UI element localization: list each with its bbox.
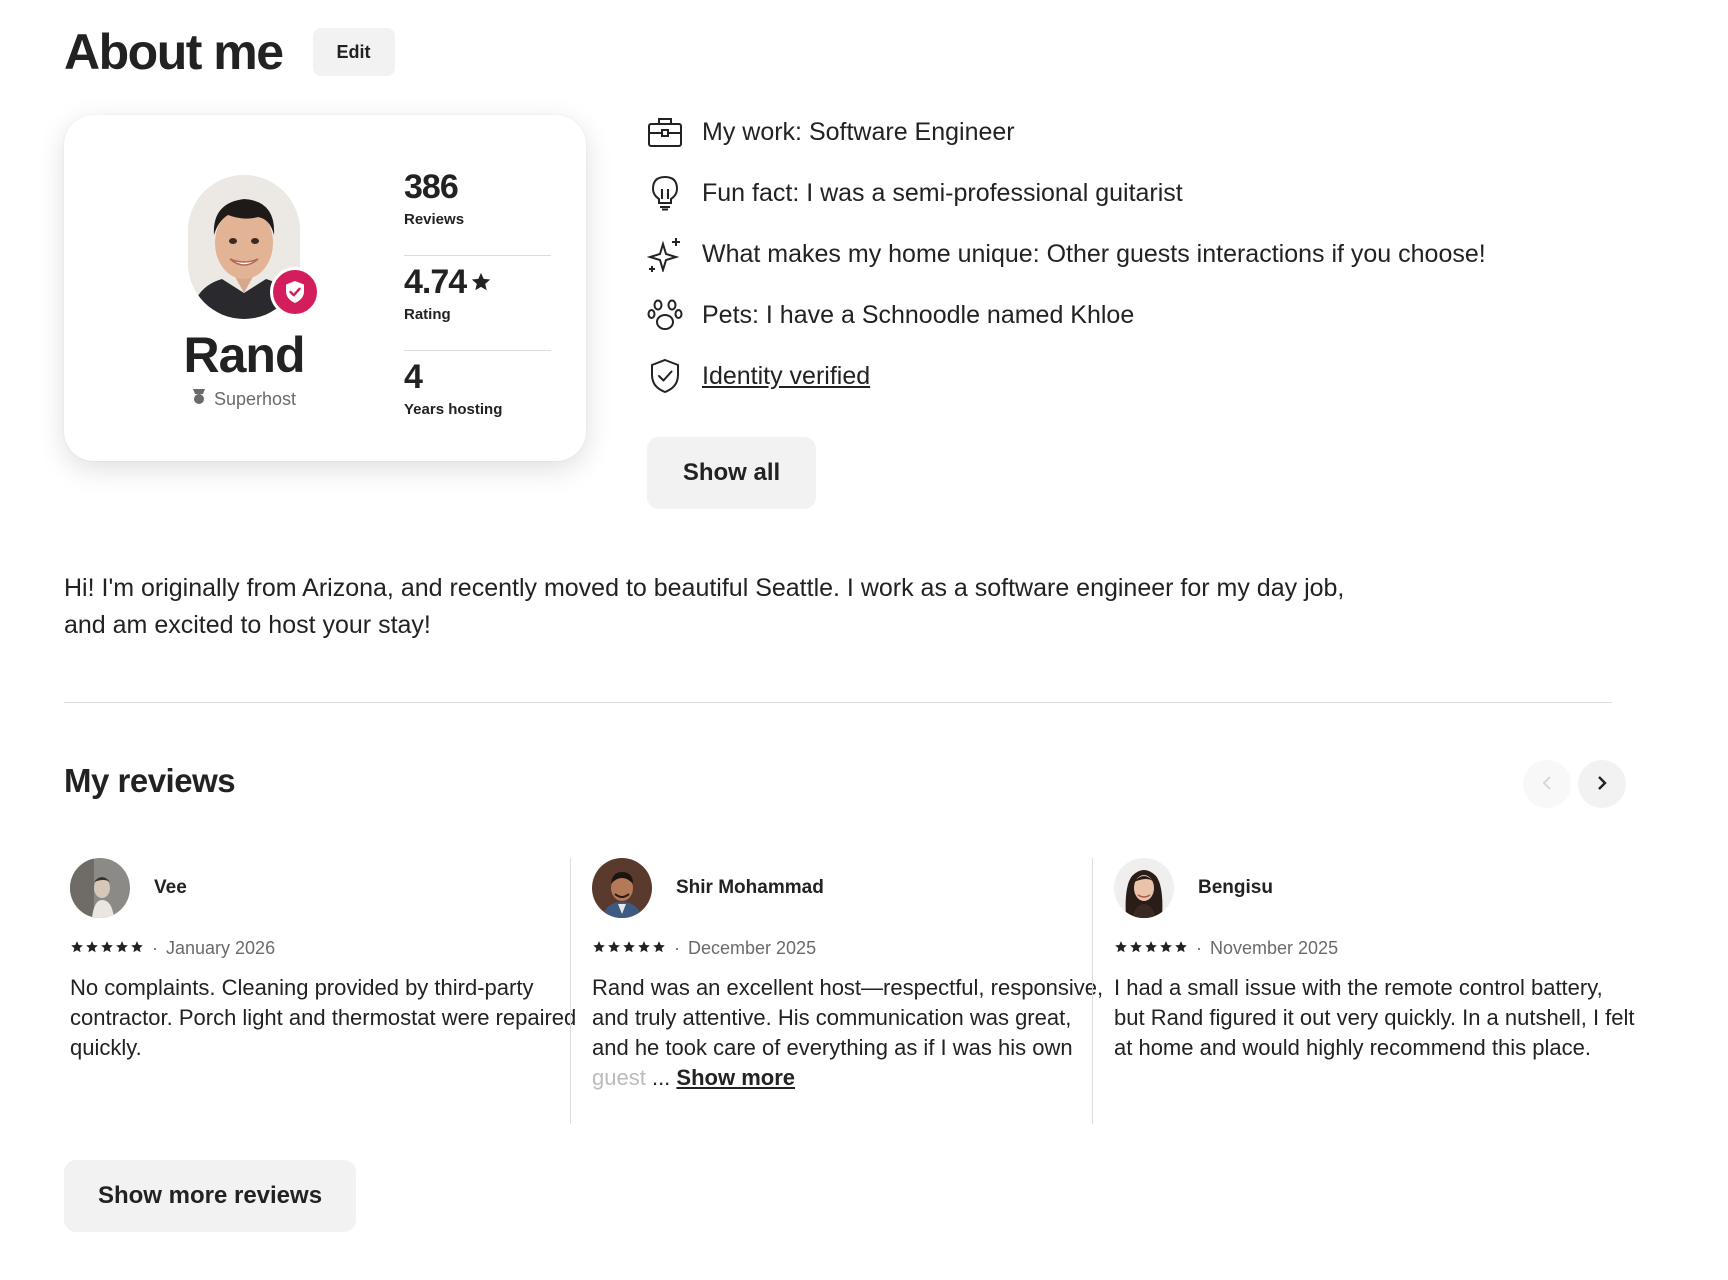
star-icon [1174, 938, 1188, 959]
review-text-fade: guest [592, 1065, 646, 1090]
stat-value: 4 [404, 358, 423, 396]
shield-check-icon [646, 357, 684, 395]
reviews-next-button[interactable] [1578, 760, 1626, 808]
meta-separator: · [1196, 938, 1202, 958]
profile-card: Rand Superhost 386 Reviews 4.74 Rating 4… [64, 115, 586, 461]
star-icon [637, 938, 651, 959]
reviewer: Bengisu [1114, 858, 1636, 918]
reviewer-name: Shir Mohammad [676, 877, 824, 898]
stat-label: Reviews [404, 211, 465, 228]
review-text: Rand was an excellent host—respectful, r… [592, 975, 1104, 1090]
identity-verified-link[interactable]: Identity verified [702, 362, 870, 391]
review-card: Vee · January 2026 No complaints. Cleani… [70, 858, 592, 1124]
review-date: December 2025 [688, 938, 817, 958]
star-icon [1144, 938, 1158, 959]
star-icon [607, 938, 621, 959]
review-card: Shir Mohammad · December 2025 Rand was a… [570, 858, 1114, 1124]
reviewer-avatar [1114, 858, 1174, 918]
fact-text: Pets: I have a Schnoodle named Khloe [702, 300, 1135, 329]
star-icon [1114, 938, 1128, 959]
stat-label: Rating [404, 306, 451, 323]
stat-value: 4.74 [404, 262, 551, 302]
meta-separator: · [152, 938, 158, 958]
star-icon [652, 938, 666, 959]
host-status-label: Superhost [213, 389, 297, 409]
star-icon [85, 938, 99, 959]
page-title: About me [64, 24, 284, 80]
reviewer: Shir Mohammad [592, 858, 1114, 918]
facts-list: My work: Software Engineer Fun fact: I w… [646, 112, 1486, 417]
fact-fun: Fun fact: I was a semi-professional guit… [646, 173, 1486, 213]
review-meta: · December 2025 [592, 938, 1114, 959]
star-icon [592, 938, 606, 959]
star-icon [70, 938, 84, 959]
show-all-button[interactable]: Show all [647, 437, 816, 509]
reviewer-avatar [592, 858, 652, 918]
briefcase-icon [646, 113, 684, 151]
rating-stars-icon [70, 938, 144, 959]
fact-identity: Identity verified [646, 356, 1486, 396]
fact-work: My work: Software Engineer [646, 112, 1486, 152]
paw-icon [646, 296, 684, 334]
edit-button[interactable]: Edit [312, 28, 395, 76]
review-text: I had a small issue with the remote cont… [1114, 975, 1635, 1060]
reviewer: Vee [70, 858, 592, 918]
reviewer-name: Vee [154, 877, 187, 898]
show-more-link[interactable]: Show more [676, 1065, 795, 1090]
reviews-title: My reviews [64, 762, 236, 799]
host-bio: Hi! I'm originally from Arizona, and rec… [64, 574, 1345, 639]
reviews-prev-button[interactable] [1523, 760, 1571, 808]
star-icon [115, 938, 129, 959]
star-icon [622, 938, 636, 959]
verified-badge-icon [270, 267, 320, 317]
rating-stars-icon [592, 938, 666, 959]
reviews-list: Vee · January 2026 No complaints. Cleani… [64, 858, 1664, 1124]
stat-rating: 4.74 Rating [404, 256, 551, 351]
fact-pets: Pets: I have a Schnoodle named Khloe [646, 295, 1486, 335]
review-meta: · November 2025 [1114, 938, 1636, 959]
meta-separator: · [674, 938, 680, 958]
stat-reviews: 386 Reviews [404, 161, 551, 256]
fact-text: Fun fact: I was a semi-professional guit… [702, 178, 1183, 207]
host-status: Superhost [64, 388, 424, 411]
reviewer-avatar [70, 858, 130, 918]
star-icon [470, 262, 492, 302]
review-date: January 2026 [166, 938, 276, 958]
stat-years-hosting: 4 Years hosting [404, 351, 551, 446]
host-stats: 386 Reviews 4.74 Rating 4 Years hosting [404, 161, 551, 446]
review-meta: · January 2026 [70, 938, 592, 959]
review-text: No complaints. Cleaning provided by thir… [70, 975, 577, 1060]
show-more-reviews-button[interactable]: Show more reviews [64, 1160, 356, 1232]
star-icon [130, 938, 144, 959]
star-icon [100, 938, 114, 959]
review-divider [570, 858, 571, 1124]
stat-label: Years hosting [404, 401, 503, 418]
fact-text: My work: Software Engineer [702, 117, 1015, 146]
chevron-left-icon [1541, 775, 1553, 794]
stat-value: 386 [404, 168, 459, 206]
rating-stars-icon [1114, 938, 1188, 959]
lightbulb-icon [646, 174, 684, 212]
header: About me Edit [64, 22, 395, 82]
reviewer-name: Bengisu [1198, 877, 1273, 898]
review-divider [1092, 858, 1093, 1124]
fact-unique: What makes my home unique: Other guests … [646, 234, 1486, 274]
sparkles-icon [646, 235, 684, 273]
review-card: Bengisu · November 2025 I had a small is… [1092, 858, 1636, 1124]
review-date: November 2025 [1210, 938, 1339, 958]
star-icon [1159, 938, 1173, 959]
section-divider [64, 702, 1612, 703]
ellipsis: ... [651, 1065, 671, 1090]
star-icon [1129, 938, 1143, 959]
fact-text: What makes my home unique: Other guests … [702, 239, 1486, 268]
chevron-right-icon [1596, 775, 1608, 794]
superhost-icon [192, 388, 206, 411]
host-name: Rand [183, 327, 306, 383]
